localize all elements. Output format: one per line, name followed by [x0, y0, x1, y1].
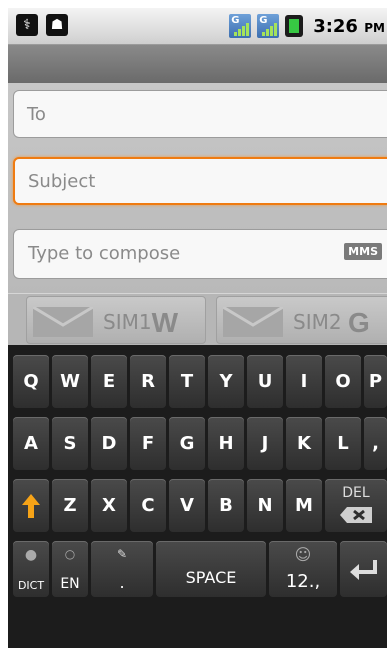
- signal-strength-icon: G: [229, 14, 252, 38]
- key-i[interactable]: I: [286, 355, 322, 408]
- language-key[interactable]: ○ EN: [52, 541, 88, 597]
- title-band: [8, 45, 387, 83]
- send-sim2-button[interactable]: SIM2 G: [216, 296, 387, 344]
- key-c[interactable]: C: [130, 479, 166, 532]
- key-t[interactable]: T: [169, 355, 205, 408]
- key-comma[interactable]: ,: [364, 417, 387, 470]
- shift-key[interactable]: [13, 479, 49, 532]
- battery-icon: [285, 15, 304, 37]
- sim2-operator-letter: G: [347, 307, 370, 338]
- clock: 3:26 PM: [313, 16, 385, 37]
- to-field[interactable]: To: [13, 90, 387, 138]
- key-j[interactable]: J: [247, 417, 283, 470]
- key-y[interactable]: Y: [208, 355, 244, 408]
- numbers-label: 12.,: [285, 571, 321, 592]
- send-sim1-button[interactable]: SIM1W: [26, 296, 206, 344]
- backspace-icon: [340, 507, 372, 523]
- delete-label: DEL: [342, 485, 370, 501]
- numbers-key[interactable]: ☺ 12.,: [269, 541, 337, 597]
- dict-key[interactable]: ● DICT: [13, 541, 49, 597]
- key-e[interactable]: E: [91, 355, 127, 408]
- key-k[interactable]: K: [286, 417, 322, 470]
- delete-key[interactable]: DEL: [325, 479, 387, 532]
- space-label: SPACE: [185, 568, 237, 587]
- key-h[interactable]: H: [208, 417, 244, 470]
- mms-badge: MMS: [344, 243, 382, 260]
- period-label: .: [119, 573, 125, 592]
- key-p[interactable]: P: [364, 355, 387, 408]
- dict-label: DICT: [17, 579, 45, 592]
- key-n[interactable]: N: [247, 479, 283, 532]
- status-bar: ⚕ ☗ G G 3:26 PM: [8, 8, 387, 45]
- language-indicator-icon: ○: [64, 547, 76, 561]
- key-m[interactable]: M: [286, 479, 322, 532]
- compose-area: To Subject Type to compose MMS: [8, 83, 387, 293]
- key-f[interactable]: F: [130, 417, 166, 470]
- key-w[interactable]: W: [52, 355, 88, 408]
- key-a[interactable]: A: [13, 417, 49, 470]
- sim2-label: SIM2: [293, 310, 342, 334]
- usb-icon: ⚕: [16, 14, 38, 36]
- space-key[interactable]: SPACE: [156, 541, 266, 597]
- emoji-icon: ☺: [294, 545, 312, 564]
- signal-strength-icon-2: G: [257, 14, 280, 38]
- key-q[interactable]: Q: [13, 355, 49, 408]
- envelope-icon: [223, 307, 283, 337]
- language-label: EN: [60, 576, 80, 592]
- subject-field[interactable]: Subject: [13, 157, 387, 205]
- pencil-icon: ✎: [116, 547, 128, 561]
- sim1-label: SIM1: [103, 310, 152, 334]
- key-v[interactable]: V: [169, 479, 205, 532]
- phone-screen: ⚕ ☗ G G 3:26 PM To Subject Type to compo…: [8, 8, 387, 648]
- key-o[interactable]: O: [325, 355, 361, 408]
- dict-indicator-dot: ●: [24, 547, 38, 563]
- subject-placeholder: Subject: [28, 170, 96, 192]
- key-z[interactable]: Z: [52, 479, 88, 532]
- android-debug-icon: ☗: [46, 14, 68, 36]
- clock-time: 3:26: [313, 15, 358, 37]
- soft-keyboard: Q W E R T Y U I O P A S D F G H J K L , …: [8, 345, 387, 648]
- message-placeholder: Type to compose: [28, 243, 181, 264]
- period-key[interactable]: ✎ .: [91, 541, 153, 597]
- envelope-icon: [33, 307, 93, 337]
- key-s[interactable]: S: [52, 417, 88, 470]
- message-field[interactable]: Type to compose MMS: [13, 229, 387, 279]
- sim1-operator-letter: W: [151, 307, 179, 338]
- sim-selector-bar: SIM1W SIM2 G: [8, 293, 387, 346]
- key-l[interactable]: L: [325, 417, 361, 470]
- clock-ampm: PM: [364, 20, 385, 35]
- key-b[interactable]: B: [208, 479, 244, 532]
- key-u[interactable]: U: [247, 355, 283, 408]
- key-g[interactable]: G: [169, 417, 205, 470]
- shift-arrow-icon: [22, 493, 40, 518]
- enter-key[interactable]: [340, 541, 387, 597]
- to-placeholder: To: [27, 103, 46, 125]
- key-x[interactable]: X: [91, 479, 127, 532]
- enter-icon: [349, 560, 377, 580]
- key-r[interactable]: R: [130, 355, 166, 408]
- key-d[interactable]: D: [91, 417, 127, 470]
